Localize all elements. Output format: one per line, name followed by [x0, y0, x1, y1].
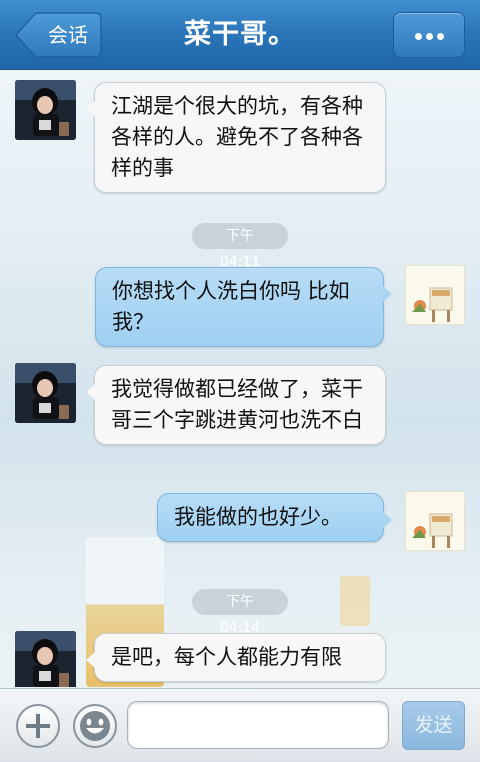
- outgoing-message[interactable]: 你想找个人洗白你吗 比如我？: [95, 267, 392, 347]
- chat-title: 菜干哥。: [184, 19, 296, 50]
- contact-avatar[interactable]: [15, 631, 76, 687]
- message-input[interactable]: [127, 701, 389, 749]
- emoji-button[interactable]: [73, 704, 117, 748]
- message-list[interactable]: 江湖是个很大的坑，有各种各样的人。避免不了各种各样的事 下午 04:11 你想找…: [0, 71, 480, 687]
- send-button[interactable]: 发送: [402, 701, 465, 750]
- back-button-label: 会话: [48, 23, 88, 47]
- plus-icon: [26, 714, 50, 738]
- incoming-message[interactable]: 我觉得做都已经做了，菜干哥三个字跳进黄河也洗不白: [86, 365, 386, 445]
- timestamp: 下午 04:14: [192, 589, 288, 636]
- back-button[interactable]: 会话: [15, 12, 102, 58]
- message-text: 是吧，每个人都能力有限: [111, 645, 342, 669]
- input-bar: 发送: [0, 688, 480, 762]
- more-button[interactable]: [393, 12, 465, 58]
- contact-avatar[interactable]: [15, 363, 76, 423]
- add-button[interactable]: [16, 704, 60, 748]
- smiley-icon: [80, 711, 110, 741]
- nav-bar: 会话 菜干哥。: [0, 0, 480, 70]
- outgoing-message[interactable]: 我能做的也好少。: [157, 493, 392, 542]
- incoming-message[interactable]: 江湖是个很大的坑，有各种各样的人。避免不了各种各样的事: [86, 82, 386, 193]
- message-text: 我能做的也好少。: [174, 505, 342, 529]
- message-text: 我觉得做都已经做了，菜干哥三个字跳进黄河也洗不白: [111, 377, 363, 432]
- timestamp: 下午 04:11: [192, 223, 288, 270]
- background-glass: [340, 576, 370, 626]
- contact-avatar[interactable]: [15, 80, 76, 140]
- my-avatar[interactable]: [405, 265, 465, 325]
- message-text: 你想找个人洗白你吗 比如我？: [112, 279, 350, 334]
- my-avatar[interactable]: [405, 491, 465, 551]
- incoming-message[interactable]: 是吧，每个人都能力有限: [86, 633, 386, 682]
- message-text: 江湖是个很大的坑，有各种各样的人。避免不了各种各样的事: [111, 94, 363, 180]
- ellipsis-icon: [415, 33, 445, 40]
